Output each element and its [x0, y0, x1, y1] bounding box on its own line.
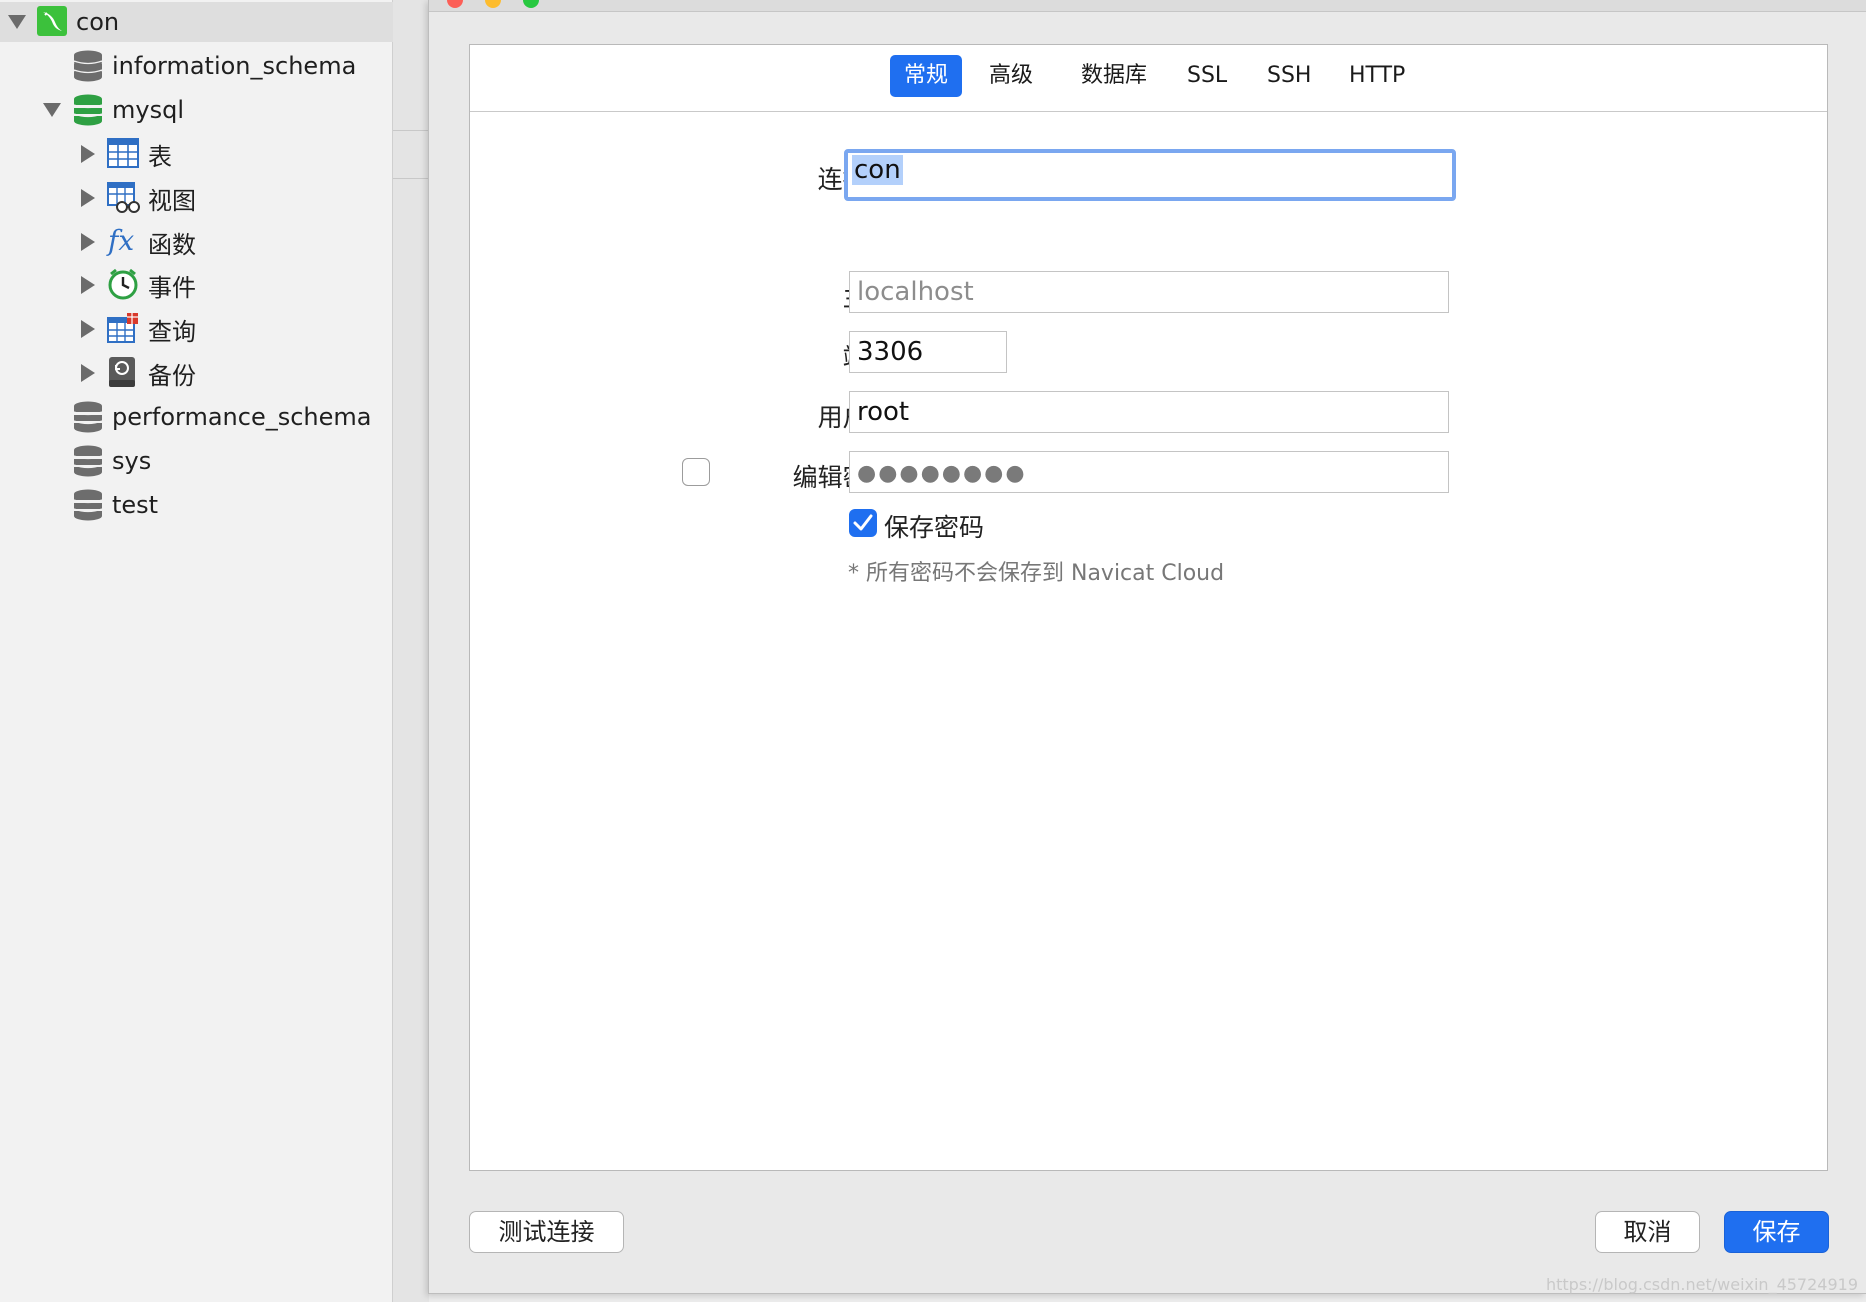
- tree-item-events[interactable]: 事件: [0, 265, 393, 305]
- save-password-label: 保存密码: [884, 513, 985, 542]
- tree-item-backups[interactable]: 备份: [0, 353, 393, 393]
- mysql-connection-icon: [37, 6, 67, 38]
- edit-connection-dialog: 常规 高级 数据库 SSL SSH HTTP 连接名: con 主机: loca…: [428, 0, 1866, 1294]
- tree-item-label: test: [112, 491, 159, 519]
- disclosure-collapsed-icon[interactable]: [81, 276, 95, 294]
- cloud-password-note: * 所有密码不会保存到 Navicat Cloud: [848, 561, 1225, 586]
- tab-http[interactable]: HTTP: [1335, 55, 1419, 97]
- username-input[interactable]: root: [849, 391, 1449, 433]
- tree-item-views[interactable]: 视图: [0, 178, 393, 218]
- tree-item-label: 查询: [148, 317, 196, 346]
- cancel-button[interactable]: 取消: [1595, 1211, 1700, 1253]
- function-icon: fx: [108, 224, 135, 257]
- disclosure-collapsed-icon[interactable]: [81, 364, 95, 382]
- view-icon: [107, 182, 140, 214]
- save-button[interactable]: 保存: [1724, 1211, 1829, 1253]
- password-input[interactable]: ●●●●●●●●: [849, 451, 1449, 493]
- save-password-checkbox[interactable]: [849, 509, 877, 537]
- query-icon: [107, 313, 138, 345]
- tree-item-label: mysql: [112, 96, 184, 124]
- password-mask: ●●●●●●●●: [857, 461, 1027, 486]
- watermark-text: https://blog.csdn.net/weixin_45724919: [1545, 1275, 1858, 1294]
- event-clock-icon: [107, 268, 138, 300]
- tree-item-connection[interactable]: con: [0, 2, 393, 42]
- tree-item-functions[interactable]: fx 函数: [0, 222, 393, 262]
- tree-item-label: 备份: [148, 361, 196, 390]
- tree-item-database[interactable]: sys: [0, 441, 393, 481]
- tree-item-database[interactable]: test: [0, 485, 393, 525]
- tree-item-label: con: [76, 8, 120, 36]
- dialog-titlebar: [429, 0, 1866, 12]
- tree-item-label: 视图: [148, 186, 196, 215]
- connection-name-input[interactable]: con: [844, 149, 1456, 201]
- tab-databases[interactable]: 数据库: [1067, 55, 1161, 97]
- tree-item-label: information_schema: [112, 52, 357, 80]
- tree-item-tables[interactable]: 表: [0, 134, 393, 174]
- backup-icon: [108, 356, 138, 388]
- disclosure-expanded-icon[interactable]: [43, 103, 61, 117]
- tree-item-label: 函数: [148, 230, 196, 259]
- database-icon: [73, 94, 103, 126]
- tab-bar: 常规 高级 数据库 SSL SSH HTTP: [470, 45, 1827, 112]
- tab-ssh[interactable]: SSH: [1253, 55, 1325, 97]
- database-icon: [73, 50, 103, 82]
- tree-item-label: 事件: [148, 273, 196, 302]
- tree-item-queries[interactable]: 查询: [0, 309, 393, 349]
- table-icon: [107, 138, 139, 170]
- disclosure-collapsed-icon[interactable]: [81, 145, 95, 163]
- zoom-window-icon[interactable]: [523, 0, 539, 8]
- background-window: [393, 0, 429, 1302]
- selected-text: con: [852, 155, 903, 185]
- checkmark-icon: [853, 514, 873, 531]
- port-input[interactable]: 3306: [849, 331, 1007, 373]
- disclosure-collapsed-icon[interactable]: [81, 233, 95, 251]
- database-icon: [73, 401, 103, 433]
- navigation-sidebar: con information_schema mysql 表 视图 fx 函数 …: [0, 0, 393, 1302]
- tab-advanced[interactable]: 高级: [975, 55, 1047, 97]
- tree-item-label: performance_schema: [112, 403, 372, 431]
- tree-item-database[interactable]: mysql: [0, 90, 393, 130]
- test-connection-button[interactable]: 测试连接: [469, 1211, 624, 1253]
- minimize-window-icon[interactable]: [485, 0, 501, 8]
- disclosure-expanded-icon[interactable]: [8, 15, 26, 29]
- database-icon: [73, 489, 103, 521]
- tab-general[interactable]: 常规: [890, 55, 963, 97]
- close-window-icon[interactable]: [447, 0, 463, 8]
- tree-item-database[interactable]: performance_schema: [0, 397, 393, 437]
- database-icon: [73, 445, 103, 477]
- disclosure-collapsed-icon[interactable]: [81, 189, 95, 207]
- disclosure-collapsed-icon[interactable]: [81, 320, 95, 338]
- tree-item-label: 表: [148, 142, 172, 171]
- tab-ssl[interactable]: SSL: [1173, 55, 1241, 97]
- settings-panel: 常规 高级 数据库 SSL SSH HTTP 连接名: con 主机: loca…: [469, 44, 1828, 1171]
- edit-password-checkbox[interactable]: [682, 458, 710, 486]
- tree-item-label: sys: [112, 447, 152, 475]
- host-input[interactable]: localhost: [849, 271, 1449, 313]
- tree-item-database[interactable]: information_schema: [0, 46, 393, 86]
